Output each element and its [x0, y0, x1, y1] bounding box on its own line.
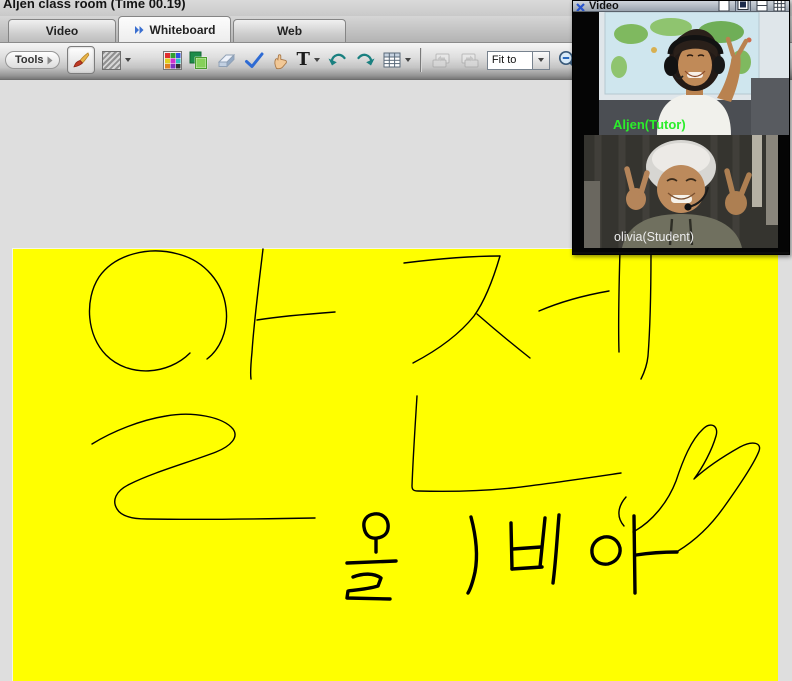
text-tool-dropdown-icon — [314, 58, 320, 62]
color-palette-icon — [163, 51, 182, 70]
app-window: { "window": { "title": "Aljen class room… — [0, 0, 792, 601]
layout-single-active-icon — [735, 1, 751, 12]
tutor-webcam-image: Aljen(Tutor) — [599, 12, 789, 135]
layout-grid-icon — [773, 1, 786, 12]
video-panel: Video — [572, 0, 790, 255]
paintbrush-icon — [71, 51, 90, 70]
tab-video[interactable]: Video — [8, 19, 116, 42]
pan-hand-button[interactable] — [271, 51, 290, 70]
toolbar-separator — [420, 48, 422, 72]
table-grid-icon — [383, 52, 401, 68]
tools-button[interactable]: Tools — [5, 51, 60, 69]
layout-split-icon — [756, 1, 768, 12]
shapes-button[interactable] — [189, 51, 208, 70]
fill-pattern-icon — [102, 51, 121, 70]
undo-button[interactable] — [327, 51, 348, 69]
eraser-button[interactable] — [215, 52, 237, 69]
tab-web[interactable]: Web — [233, 19, 346, 42]
tab-whiteboard-label: Whiteboard — [150, 23, 216, 37]
student-name-label: olivia(Student) — [614, 230, 694, 244]
page-back-icon — [431, 52, 452, 69]
layout-grid-button[interactable] — [773, 1, 786, 12]
tools-button-label: Tools — [15, 54, 44, 66]
confirm-button[interactable] — [244, 52, 264, 69]
window-title: Aljen class room (Time 00.19) — [3, 0, 186, 11]
tab-video-label: Video — [46, 24, 78, 38]
table-grid-dropdown-icon — [405, 58, 411, 62]
whiteboard-canvas[interactable] — [12, 248, 778, 681]
text-tool-button[interactable]: T — [297, 51, 320, 69]
layout-split-button[interactable] — [756, 1, 768, 12]
color-palette-button[interactable] — [163, 51, 182, 70]
text-tool-icon: T — [297, 51, 310, 69]
zoom-fit-value: Fit to — [487, 51, 533, 70]
zoom-fit-dropdown-icon — [538, 58, 544, 62]
page-forward-button[interactable] — [459, 52, 480, 69]
redo-button[interactable] — [355, 51, 376, 69]
table-grid-button[interactable] — [383, 52, 411, 68]
line-width-button[interactable] — [138, 53, 156, 68]
eraser-icon — [215, 52, 237, 69]
redo-arrow-icon — [355, 51, 376, 69]
video-panel-title: Video — [589, 1, 619, 12]
fill-pattern-button[interactable] — [102, 51, 131, 70]
tutor-name-label: Aljen(Tutor) — [613, 117, 686, 132]
layout-single-button[interactable] — [718, 1, 730, 12]
tools-arrow-icon — [47, 56, 53, 65]
undo-arrow-icon — [327, 51, 348, 69]
layout-single-active-button[interactable] — [735, 1, 751, 12]
page-forward-icon — [459, 52, 480, 69]
brush-tool-button[interactable] — [67, 46, 95, 74]
fill-pattern-dropdown-icon — [125, 58, 131, 62]
panel-x-icon — [576, 3, 585, 12]
layout-single-icon — [718, 1, 730, 12]
page-back-button[interactable] — [431, 52, 452, 69]
zoom-fit-select[interactable]: Fit to — [487, 51, 550, 70]
tab-whiteboard[interactable]: Whiteboard — [118, 16, 231, 42]
hand-pointer-icon — [271, 51, 290, 70]
shape-squares-icon — [189, 51, 208, 70]
active-tab-arrow-icon — [134, 25, 145, 35]
tutor-video-feed: Aljen(Tutor) — [573, 12, 789, 135]
student-video-feed: olivia(Student) — [573, 135, 789, 252]
tab-web-label: Web — [277, 24, 302, 38]
video-panel-titlebar[interactable]: Video — [573, 1, 789, 12]
check-mark-icon — [244, 52, 264, 69]
zoom-fit-dropdown-button[interactable] — [532, 51, 550, 70]
student-webcam-image: olivia(Student) — [584, 135, 778, 248]
